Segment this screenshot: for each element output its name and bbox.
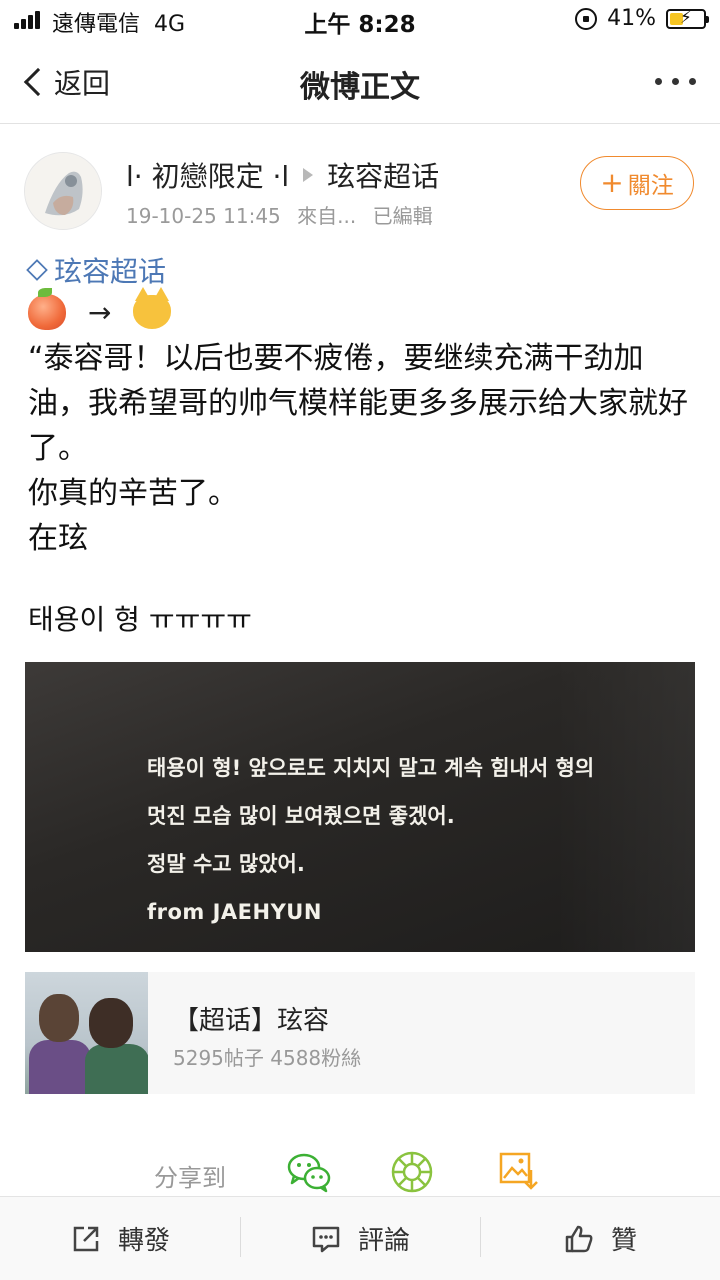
status-right: 41% ⚡ — [575, 6, 709, 31]
repost-button[interactable]: 轉發 — [0, 1197, 240, 1280]
author-line: l· 初戀限定 ·l 玹容超话 — [126, 155, 439, 195]
repost-icon — [73, 1226, 99, 1251]
follow-label: 關注 — [627, 173, 674, 199]
emoji-line: → — [28, 287, 172, 330]
thumbs-up-icon — [565, 1225, 593, 1252]
bottom-toolbar: 轉發 評論 贊 — [0, 1196, 720, 1280]
post-line: 在玹 — [28, 521, 88, 556]
comment-button[interactable]: 評論 — [240, 1197, 480, 1280]
charging-bolt-icon: ⚡ — [680, 7, 692, 28]
diamond-icon — [26, 259, 48, 281]
topic-card-title: 【超话】玹容 — [173, 1006, 330, 1036]
peach-emoji-icon — [28, 288, 66, 330]
like-button[interactable]: 贊 — [480, 1197, 720, 1280]
author-topic[interactable]: 玹容超话 — [327, 155, 439, 195]
post-timestamp: 19-10-25 11:45 — [126, 204, 281, 228]
author-name[interactable]: l· 初戀限定 ·l — [126, 155, 289, 195]
post-source: 來自... — [297, 204, 357, 228]
edited-label: 已編輯 — [372, 204, 433, 228]
avatar-illustration — [25, 153, 101, 229]
image-text-line: 태용이 형! 앞으로도 지치지 말고 계속 힘내서 형의 — [147, 756, 595, 780]
status-bar: 遠傳電信 4G 上午 8:28 41% ⚡ — [0, 0, 720, 40]
battery-icon: ⚡ — [666, 7, 709, 29]
comment-icon — [312, 1226, 340, 1252]
save-image-icon[interactable] — [497, 1150, 541, 1194]
share-row: 分享到 — [0, 1146, 720, 1196]
nav-bar: 返回 微博正文 — [0, 40, 720, 124]
post-line: “泰容哥！以后也要不疲倦，要继续充满干劲加油，我希望哥的帅气模样能更多多展示给大… — [28, 341, 688, 466]
arrow-text: → — [88, 295, 112, 329]
avatar[interactable] — [24, 152, 102, 230]
super-topic-card[interactable]: 【超话】玹容 5295帖子 4588粉絲 — [25, 972, 695, 1094]
topic-tag-label: 玹容超话 — [54, 255, 167, 288]
follow-button[interactable]: + 關注 — [580, 156, 694, 210]
post-body: “泰容哥！以后也要不疲倦，要继续充满干劲加油，我希望哥的帅气模样能更多多展示给大… — [28, 336, 698, 561]
more-options-icon[interactable] — [655, 78, 696, 85]
rotation-lock-icon — [575, 7, 598, 30]
like-label: 贊 — [610, 1226, 637, 1256]
post-image[interactable]: 태용이 형! 앞으로도 지치지 말고 계속 힘내서 형의 멋진 모습 많이 보여… — [25, 662, 695, 952]
topic-thumbnail — [25, 972, 148, 1094]
comment-label: 評論 — [357, 1226, 410, 1256]
topic-tag-link[interactable]: 玹容超话 — [26, 250, 167, 290]
topic-card-stats: 5295帖子 4588粉絲 — [173, 1046, 362, 1070]
image-text: 태용이 형! 앞으로도 지치지 말고 계속 힘내서 형의 멋진 모습 많이 보여… — [147, 744, 594, 936]
post-meta: 19-10-25 11:45 來自... 已編輯 — [126, 200, 443, 229]
share-label: 分享到 — [154, 1164, 226, 1192]
post-korean-line: 태용이 형 ㅠㅠㅠㅠ — [28, 603, 252, 636]
cat-emoji-icon — [133, 287, 172, 329]
image-text-signature: from JAEHYUN — [147, 900, 322, 924]
repost-label: 轉發 — [117, 1226, 170, 1256]
moments-icon[interactable] — [390, 1150, 434, 1194]
battery-percent: 41% — [607, 6, 656, 31]
image-text-line: 정말 수고 많았어. — [147, 852, 305, 876]
post-line: 你真的辛苦了。 — [28, 476, 238, 511]
image-text-line: 멋진 모습 많이 보여줬으면 좋겠어. — [147, 804, 455, 828]
page-title: 微博正文 — [300, 70, 420, 105]
wechat-icon[interactable] — [286, 1150, 332, 1194]
caret-right-icon — [303, 168, 314, 182]
plus-icon: + — [600, 166, 624, 199]
